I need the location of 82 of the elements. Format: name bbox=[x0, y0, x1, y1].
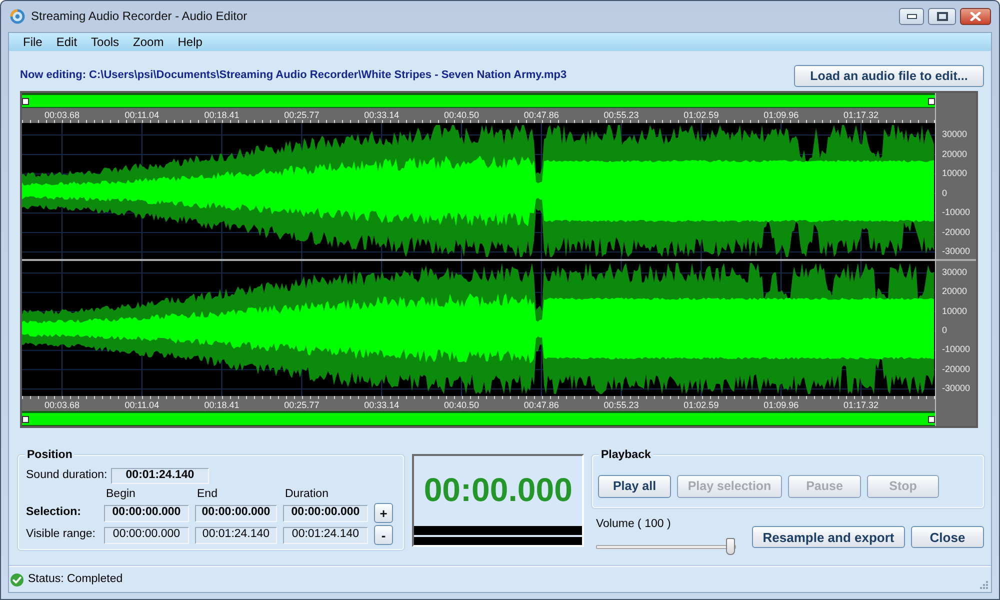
time-label: 00:47.86 bbox=[524, 400, 559, 410]
column-header: Begin bbox=[105, 488, 136, 501]
slider-thumb[interactable] bbox=[726, 538, 735, 555]
range-handle[interactable] bbox=[928, 98, 935, 105]
menu-item[interactable]: Help bbox=[170, 34, 210, 50]
maximize-icon bbox=[936, 12, 948, 21]
range-scrollbar[interactable] bbox=[22, 93, 935, 108]
amplitude-label: -10000 bbox=[942, 344, 970, 356]
check-icon bbox=[10, 572, 24, 586]
time-readout: 00:00:00.000 bbox=[104, 504, 189, 522]
column-header: Duration bbox=[284, 488, 328, 501]
amplitude-label: -30000 bbox=[942, 382, 970, 394]
time-label: 01:09.96 bbox=[764, 110, 799, 120]
amplitude-label: -20000 bbox=[942, 226, 970, 238]
amplitude-label: 0 bbox=[942, 188, 948, 198]
window-title: Streaming Audio Recorder - Audio Editor bbox=[31, 9, 248, 24]
status-text: Status: Completed bbox=[28, 572, 123, 586]
volume-label: Volume ( 100 ) bbox=[596, 518, 671, 530]
time-label: 00:47.86 bbox=[524, 110, 559, 120]
minimize-icon bbox=[906, 14, 916, 19]
app-logo-icon bbox=[10, 9, 25, 24]
time-readout: 00:00:00.000 bbox=[283, 504, 368, 522]
menu-item[interactable]: Edit bbox=[49, 34, 84, 50]
amplitude-label: 10000 bbox=[942, 306, 968, 317]
time-readout: 00:00:00.000 bbox=[104, 526, 189, 544]
close-icon bbox=[970, 12, 981, 21]
time-label: 00:03.68 bbox=[44, 110, 80, 120]
range-handle[interactable] bbox=[22, 416, 29, 423]
amplitude-label: 20000 bbox=[942, 286, 968, 298]
range-handle[interactable] bbox=[22, 98, 29, 105]
column-header: End bbox=[196, 488, 218, 501]
row-label: Visible range: bbox=[26, 528, 96, 542]
amplitude-label: -10000 bbox=[942, 207, 970, 218]
time-label: 00:40.50 bbox=[444, 400, 480, 410]
time-readout: 00:01:24.140 bbox=[111, 468, 209, 484]
time-label: 01:09.96 bbox=[764, 400, 799, 410]
group-title: Playback bbox=[599, 448, 653, 462]
amplitude-label: 20000 bbox=[942, 148, 968, 160]
resize-grip-icon[interactable] bbox=[979, 580, 989, 590]
zoom-button[interactable]: + bbox=[374, 503, 393, 523]
load-file-button[interactable]: Load an audio file to edit... bbox=[794, 65, 984, 87]
time-label: 00:40.50 bbox=[444, 110, 480, 120]
time-label: 01:17.32 bbox=[843, 110, 879, 120]
time-label: 00:25.77 bbox=[284, 110, 320, 120]
time-label: 01:02.59 bbox=[684, 400, 719, 410]
time-readout: 00:01:24.140 bbox=[283, 526, 368, 544]
time-label: 00:33.14 bbox=[364, 110, 400, 120]
close-dialog-button[interactable]: Close bbox=[911, 526, 984, 548]
range-scrollbar[interactable] bbox=[22, 411, 935, 426]
field-label: Sound duration: bbox=[26, 469, 108, 482]
time-label: 00:03.68 bbox=[44, 400, 80, 410]
time-label: 00:33.14 bbox=[364, 400, 400, 410]
amplitude-label: -20000 bbox=[942, 364, 970, 375]
time-label: 00:11.04 bbox=[124, 110, 160, 120]
amplitude-label: 10000 bbox=[942, 168, 968, 179]
close-button[interactable] bbox=[960, 8, 991, 25]
menu-item[interactable]: Zoom bbox=[126, 34, 171, 50]
time-label: 00:55.23 bbox=[604, 400, 639, 410]
range-handle[interactable] bbox=[928, 416, 935, 423]
playback-button[interactable]: Play all bbox=[598, 475, 671, 498]
time-label: 00:18.41 bbox=[204, 400, 240, 410]
time-readout: 00:01:24.140 bbox=[195, 526, 277, 544]
amplitude-label: 30000 bbox=[942, 267, 968, 278]
time-label: 01:17.32 bbox=[843, 400, 879, 410]
time-label: 00:25.77 bbox=[284, 400, 320, 410]
time-label: 01:02.59 bbox=[684, 110, 719, 120]
minimize-button[interactable] bbox=[899, 8, 924, 25]
playback-time: 00:00.000 bbox=[424, 472, 572, 508]
amplitude-label: 30000 bbox=[942, 129, 968, 140]
menu-item[interactable]: File bbox=[16, 34, 50, 50]
maximize-button[interactable] bbox=[928, 8, 956, 25]
resample-export-button[interactable]: Resample and export bbox=[752, 526, 905, 548]
time-label: 00:55.23 bbox=[604, 110, 639, 120]
time-label: 00:18.41 bbox=[204, 110, 240, 120]
amplitude-label: -30000 bbox=[942, 246, 970, 257]
file-path-label: Now editing: C:\Users\psi\Documents\Streaming Audio Recorder\White Stripes - Seven Nation Army.mp3 bbox=[20, 69, 567, 83]
time-label: 00:11.04 bbox=[124, 400, 160, 410]
row-label: Selection: bbox=[26, 506, 81, 520]
time-readout: 00:00:00.000 bbox=[195, 504, 277, 522]
amplitude-label: 0 bbox=[942, 324, 948, 336]
menu-item[interactable]: Tools bbox=[84, 34, 126, 50]
zoom-button[interactable]: - bbox=[374, 525, 393, 545]
